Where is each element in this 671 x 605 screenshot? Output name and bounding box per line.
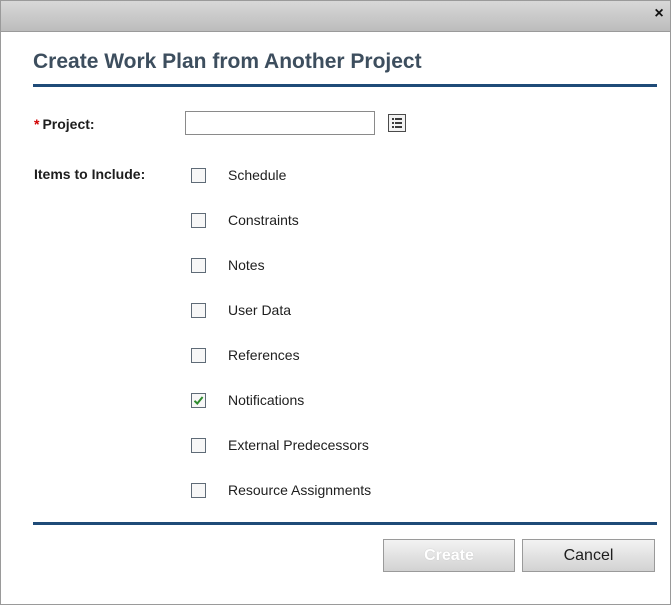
project-label-text: Project:	[42, 116, 95, 132]
checklist-item[interactable]: User Data	[191, 300, 291, 320]
checkbox[interactable]	[191, 437, 206, 453]
checkbox[interactable]	[191, 167, 206, 183]
list-picker-icon[interactable]	[388, 114, 406, 132]
checkbox[interactable]	[191, 482, 206, 498]
footer-divider	[33, 522, 657, 525]
cancel-button[interactable]: Cancel	[522, 539, 655, 572]
items-to-include-label: Items to Include:	[34, 166, 146, 182]
checklist-item-label: Notes	[228, 257, 265, 273]
checklist-item[interactable]: Schedule	[191, 165, 286, 185]
checkbox[interactable]	[191, 302, 206, 318]
checkbox[interactable]	[191, 347, 206, 363]
checklist-item[interactable]: References	[191, 345, 300, 365]
checklist-item-label: User Data	[228, 302, 292, 318]
checklist-item[interactable]: Constraints	[191, 210, 299, 230]
checkbox[interactable]	[191, 257, 206, 273]
checklist-item[interactable]: External Predecessors	[191, 435, 369, 455]
checklist-item[interactable]: Notifications	[191, 390, 304, 410]
create-work-plan-dialog: × Create Work Plan from Another Project …	[0, 0, 671, 605]
project-input[interactable]	[185, 111, 375, 135]
checklist-item[interactable]: Resource Assignments	[191, 480, 371, 500]
project-label: * Project:	[34, 116, 95, 132]
checklist-item-label: Schedule	[228, 167, 287, 183]
create-button[interactable]: Create	[383, 539, 515, 572]
header-divider	[33, 84, 657, 87]
checklist-item-label: Resource Assignments	[228, 482, 372, 498]
checklist-item-label: Notifications	[228, 392, 305, 408]
required-marker: *	[34, 116, 40, 132]
dialog-title: Create Work Plan from Another Project	[33, 50, 422, 73]
checklist-item-label: External Predecessors	[228, 437, 369, 453]
checkmark-icon	[193, 395, 204, 405]
checklist-item-label: References	[228, 347, 300, 363]
dialog-titlebar: ×	[1, 1, 670, 32]
close-icon[interactable]: ×	[651, 5, 667, 23]
checkbox-checked[interactable]	[191, 392, 206, 408]
checkbox[interactable]	[191, 212, 206, 228]
checklist-item[interactable]: Notes	[191, 255, 265, 275]
checklist-item-label: Constraints	[228, 212, 299, 228]
